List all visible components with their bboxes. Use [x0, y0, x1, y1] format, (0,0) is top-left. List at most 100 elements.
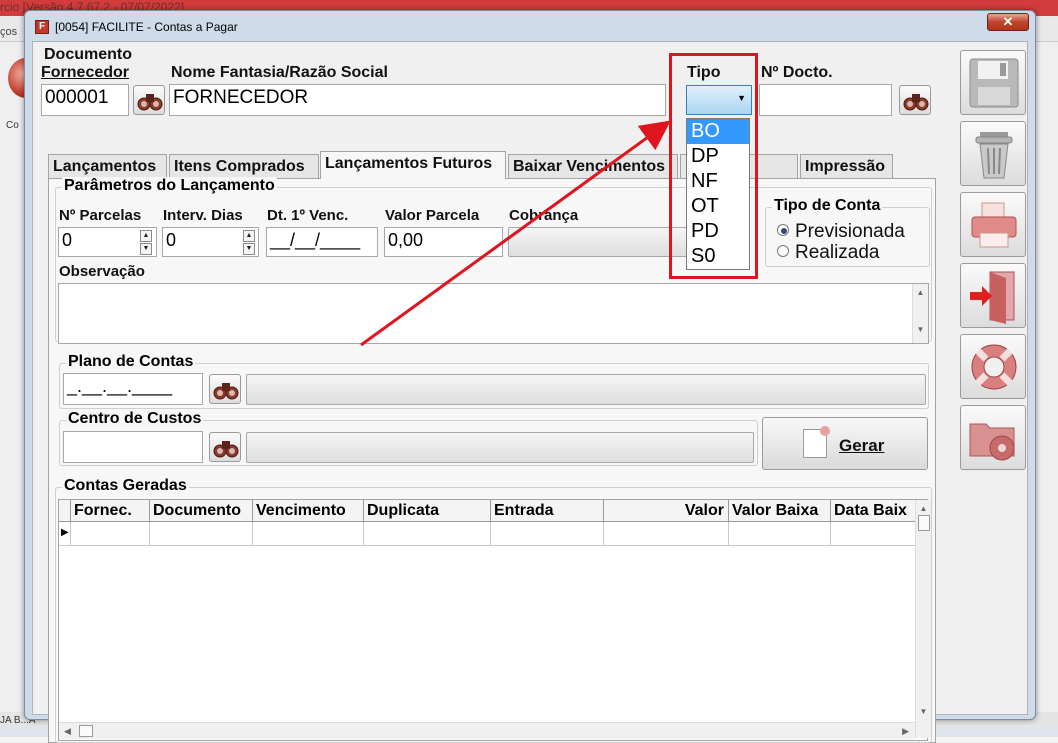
plano-search-button[interactable]	[209, 374, 241, 404]
binoculars-icon	[213, 441, 239, 458]
exit-button[interactable]	[960, 263, 1026, 328]
ndocto-input[interactable]	[759, 84, 892, 116]
app-logo-icon: F	[35, 20, 49, 34]
arrow-down-icon[interactable]: ▼	[243, 243, 255, 255]
col-valor[interactable]: Valor	[604, 500, 729, 522]
exit-door-icon	[970, 271, 1015, 324]
radio-previsionada[interactable]: Previsionada	[777, 221, 905, 243]
tab-panel-lancamentos-futuros: Parâmetros do Lançamento Nº Parcelas 0 ▲…	[48, 177, 936, 743]
help-button[interactable]	[960, 334, 1026, 399]
folder-gear-icon	[969, 423, 1015, 461]
col-vencimento[interactable]: Vencimento	[253, 500, 364, 522]
arrow-up-icon[interactable]: ▲	[243, 230, 255, 242]
cell[interactable]	[729, 522, 831, 546]
valor-parcela-label: Valor Parcela	[385, 207, 480, 224]
observacao-textarea[interactable]	[58, 283, 929, 344]
documento-label: Documento	[44, 46, 132, 63]
parent-menu-item[interactable]: ços	[0, 26, 17, 38]
cell[interactable]	[604, 522, 729, 546]
col-entrada[interactable]: Entrada	[491, 500, 604, 522]
tipo-conta-title: Tipo de Conta	[772, 197, 883, 215]
cell[interactable]	[831, 522, 917, 546]
parent-right-edge	[1036, 42, 1058, 722]
tab-lancamentos-futuros[interactable]: Lançamentos Futuros	[320, 151, 506, 179]
tab-impressao[interactable]: Impressão	[800, 154, 893, 178]
ndocto-label: Nº Docto.	[761, 64, 833, 81]
fornecedor-code-input[interactable]: 000001	[41, 84, 129, 116]
ndocto-search-button[interactable]	[899, 85, 931, 115]
tab-lancamentos[interactable]: Lançamentos	[48, 154, 167, 178]
grid-header: Fornec. Documento Vencimento Duplicata E…	[59, 500, 917, 522]
radio-unchecked-icon	[777, 244, 789, 257]
radio-realizada-label: Realizada	[795, 242, 880, 263]
centro-title: Centro de Custos	[66, 410, 204, 428]
lifebuoy-icon	[971, 344, 1017, 390]
nparcelas-stepper[interactable]: ▲ ▼	[140, 230, 154, 256]
cell[interactable]	[71, 522, 150, 546]
parametros-title: Parâmetros do Lançamento	[62, 177, 277, 195]
document-star-icon	[803, 426, 830, 458]
observacao-scrollbar[interactable]: ▲ ▼	[912, 284, 928, 343]
tab-baixar-vencimentos[interactable]: Baixar Vencimentos	[508, 154, 678, 178]
binoculars-icon	[903, 94, 929, 111]
parent-sidebar	[0, 42, 26, 712]
nparcelas-label: Nº Parcelas	[59, 207, 142, 224]
cobranca-select[interactable]	[508, 227, 695, 257]
grid-indicator-header	[59, 500, 71, 522]
binoculars-icon	[137, 94, 163, 111]
plano-title: Plano de Contas	[66, 353, 196, 371]
table-row[interactable]: ▶	[59, 522, 917, 546]
cell[interactable]	[150, 522, 253, 546]
cell[interactable]	[364, 522, 491, 546]
floppy-disk-icon	[969, 58, 1019, 108]
nome-input[interactable]: FORNECEDOR	[169, 84, 666, 116]
valor-parcela-input[interactable]: 0,00	[384, 227, 503, 257]
cobranca-label: Cobrança	[509, 207, 579, 224]
centro-code-input[interactable]	[63, 431, 203, 463]
settings-button[interactable]	[960, 405, 1026, 470]
interv-label: Interv. Dias	[163, 207, 243, 224]
dt-venc-input[interactable]: __/__/____	[266, 227, 378, 257]
gerar-button[interactable]: Gerar	[762, 417, 928, 470]
trash-icon	[975, 132, 1013, 179]
close-button[interactable]: ✕	[987, 13, 1029, 31]
row-pointer-icon: ▶	[59, 522, 71, 546]
annotation-highlight-box	[669, 53, 758, 279]
centro-description-field[interactable]	[246, 432, 754, 463]
observacao-label: Observação	[59, 263, 145, 280]
tab-itens-comprados[interactable]: Itens Comprados	[169, 154, 319, 178]
plano-code-input[interactable]: _.__.__.____	[63, 373, 203, 405]
col-documento[interactable]: Documento	[150, 500, 253, 522]
arrow-down-icon[interactable]: ▼	[140, 243, 152, 255]
col-fornec[interactable]: Fornec.	[71, 500, 150, 522]
save-button[interactable]	[960, 50, 1026, 115]
window-client-area: Documento Fornecedor 000001 Nome Fantasi…	[32, 41, 1028, 743]
col-valor-baixa[interactable]: Valor Baixa	[729, 500, 831, 522]
fornecedor-search-button[interactable]	[133, 85, 165, 115]
nome-label: Nome Fantasia/Razão Social	[171, 64, 388, 81]
grid-horizontal-scrollbar[interactable]: ◀ ▶	[59, 722, 915, 739]
printer-icon	[971, 202, 1017, 248]
plano-description-field[interactable]	[246, 374, 926, 405]
contas-grid[interactable]: Fornec. Documento Vencimento Duplicata E…	[58, 499, 931, 741]
contas-a-pagar-window: F [0054] FACILITE - Contas a Pagar ✕ Doc…	[24, 10, 1036, 743]
binoculars-icon	[213, 383, 239, 400]
col-data-baixa[interactable]: Data Baix	[831, 500, 917, 522]
radio-previsionada-label: Previsionada	[795, 221, 905, 242]
radio-realizada[interactable]: Realizada	[777, 242, 880, 264]
centro-search-button[interactable]	[209, 432, 241, 462]
interv-stepper[interactable]: ▲ ▼	[243, 230, 257, 256]
gerar-label: Gerar	[839, 436, 885, 455]
fornecedor-label: Fornecedor	[41, 64, 130, 81]
cell[interactable]	[253, 522, 364, 546]
parent-side-label: Co	[6, 120, 19, 131]
cell[interactable]	[491, 522, 604, 546]
radio-checked-icon	[777, 223, 789, 236]
col-duplicata[interactable]: Duplicata	[364, 500, 491, 522]
delete-button[interactable]	[960, 121, 1026, 186]
window-title: [0054] FACILITE - Contas a Pagar	[55, 20, 238, 34]
grid-vertical-scrollbar[interactable]: ▲ ▼	[915, 500, 931, 738]
contas-title: Contas Geradas	[62, 477, 189, 495]
print-button[interactable]	[960, 192, 1026, 257]
arrow-up-icon[interactable]: ▲	[140, 230, 152, 242]
